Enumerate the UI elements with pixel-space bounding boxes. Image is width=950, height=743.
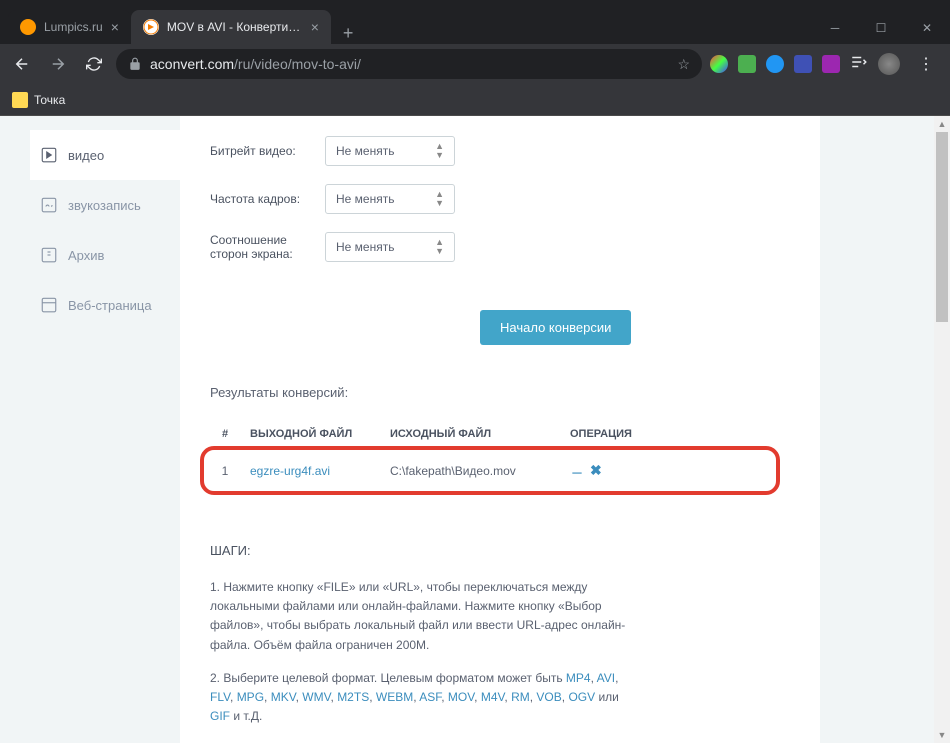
row-num: 1: [210, 464, 240, 478]
folder-icon: [12, 92, 28, 108]
step-1: 1. Нажмите кнопку «FILE» или «URL», чтоб…: [210, 578, 640, 655]
results-title: Результаты конверсий:: [210, 385, 790, 400]
format-link[interactable]: MKV: [271, 690, 296, 704]
framerate-label: Частота кадров:: [210, 192, 325, 206]
format-link[interactable]: OGV: [568, 690, 595, 704]
star-icon[interactable]: ☆: [677, 56, 690, 73]
results-table: # ВЫХОДНОЙ ФАЙЛ ИСХОДНЫЙ ФАЙЛ ОПЕРАЦИЯ 1…: [210, 420, 790, 493]
convert-button[interactable]: Начало конверсии: [480, 310, 631, 345]
extension-icon[interactable]: [710, 55, 728, 73]
close-icon[interactable]: ×: [311, 19, 319, 35]
extension-icon[interactable]: [766, 55, 784, 73]
extension-icon[interactable]: [794, 55, 812, 73]
new-tab-button[interactable]: +: [331, 23, 366, 44]
browser-toolbar: aconvert.com/ru/video/mov-to-avi/ ☆ ⋮: [0, 44, 950, 84]
tab-lumpics[interactable]: Lumpics.ru ×: [8, 10, 131, 44]
format-link[interactable]: VOB: [536, 690, 561, 704]
source-file: C:\fakepath\Видео.mov: [390, 464, 570, 478]
menu-button[interactable]: ⋮: [910, 54, 942, 74]
tab-title: Lumpics.ru: [44, 20, 103, 34]
tab-strip: Lumpics.ru × MOV в AVI - Конвертировать …: [0, 8, 950, 44]
format-link[interactable]: ASF: [419, 690, 441, 704]
bookmark-label: Точка: [34, 93, 65, 107]
address-bar[interactable]: aconvert.com/ru/video/mov-to-avi/ ☆: [116, 49, 702, 79]
sidebar-item-label: Веб-страница: [68, 298, 152, 313]
bitrate-label: Битрейт видео:: [210, 144, 325, 158]
forward-button[interactable]: [44, 50, 72, 78]
delete-icon[interactable]: ✖: [590, 462, 602, 479]
minimize-button[interactable]: ─: [812, 12, 858, 44]
back-button[interactable]: [8, 50, 36, 78]
step-2: 2. Выберите целевой формат. Целевым форм…: [210, 669, 640, 727]
video-icon: [40, 146, 58, 164]
sidebar-item-label: Архив: [68, 248, 104, 263]
col-header-num: #: [210, 428, 240, 440]
favicon-icon: [143, 19, 159, 35]
reading-list-icon[interactable]: [850, 53, 868, 76]
scroll-up-icon[interactable]: ▲: [934, 116, 950, 132]
format-link[interactable]: WMV: [302, 690, 330, 704]
chevron-updown-icon: ▲▼: [435, 142, 444, 160]
format-link[interactable]: WEBM: [376, 690, 413, 704]
format-link[interactable]: M2TS: [337, 690, 369, 704]
tab-aconvert[interactable]: MOV в AVI - Конвертировать в… ×: [131, 10, 331, 44]
col-header-source: ИСХОДНЫЙ ФАЙЛ: [390, 428, 570, 440]
reload-button[interactable]: [80, 50, 108, 78]
col-header-operation: ОПЕРАЦИЯ: [570, 428, 650, 440]
extension-icon[interactable]: [822, 55, 840, 73]
profile-avatar[interactable]: [878, 53, 900, 75]
lock-icon: [128, 57, 142, 71]
chevron-updown-icon: ▲▼: [435, 190, 444, 208]
sidebar-item-archive[interactable]: Архив: [30, 230, 180, 280]
sidebar-item-webpage[interactable]: Веб-страница: [30, 280, 180, 330]
format-link[interactable]: RM: [511, 690, 530, 704]
format-link[interactable]: M4V: [481, 690, 505, 704]
format-link[interactable]: AVI: [597, 671, 615, 685]
sidebar-item-audio[interactable]: звукозапись: [30, 180, 180, 230]
close-window-button[interactable]: ✕: [904, 12, 950, 44]
url-text: aconvert.com/ru/video/mov-to-avi/: [150, 56, 669, 72]
bookmark-item[interactable]: Точка: [12, 92, 65, 108]
aspect-label: Соотношение сторон экрана:: [210, 233, 325, 261]
archive-icon: [40, 246, 58, 264]
audio-icon: [40, 196, 58, 214]
maximize-button[interactable]: ☐: [858, 12, 904, 44]
scroll-thumb[interactable]: [936, 132, 948, 322]
format-link[interactable]: FLV: [210, 690, 230, 704]
sidebar-item-video[interactable]: видео: [30, 130, 180, 180]
table-row: 1 egzre-urg4f.avi C:\fakepath\Видео.mov …: [210, 448, 790, 493]
tab-title: MOV в AVI - Конвертировать в…: [167, 20, 303, 34]
steps-title: ШАГИ:: [210, 543, 790, 558]
close-icon[interactable]: ×: [111, 19, 119, 35]
col-header-output: ВЫХОДНОЙ ФАЙЛ: [240, 428, 390, 440]
format-link[interactable]: MOV: [448, 690, 474, 704]
sidebar-item-label: видео: [68, 148, 104, 163]
sidebar: видео звукозапись Архив Веб-страница: [30, 116, 180, 743]
bookmarks-bar: Точка: [0, 84, 950, 116]
scrollbar[interactable]: ▲ ▼: [934, 116, 950, 743]
webpage-icon: [40, 296, 58, 314]
scroll-down-icon[interactable]: ▼: [934, 727, 950, 743]
format-link[interactable]: MPG: [237, 690, 264, 704]
extension-icon[interactable]: [738, 55, 756, 73]
favicon-icon: [20, 19, 36, 35]
output-file-link[interactable]: egzre-urg4f.avi: [250, 464, 330, 478]
framerate-select[interactable]: Не менять ▲▼: [325, 184, 455, 214]
format-link[interactable]: MP4: [566, 671, 591, 685]
chevron-updown-icon: ▲▼: [435, 238, 444, 256]
bitrate-select[interactable]: Не менять ▲▼: [325, 136, 455, 166]
extensions: ⋮: [710, 53, 942, 76]
sidebar-item-label: звукозапись: [68, 198, 141, 213]
aspect-select[interactable]: Не менять ▲▼: [325, 232, 455, 262]
main-content: Битрейт видео: Не менять ▲▼ Частота кадр…: [180, 116, 820, 743]
download-icon[interactable]: [570, 462, 584, 479]
format-link[interactable]: GIF: [210, 709, 230, 723]
